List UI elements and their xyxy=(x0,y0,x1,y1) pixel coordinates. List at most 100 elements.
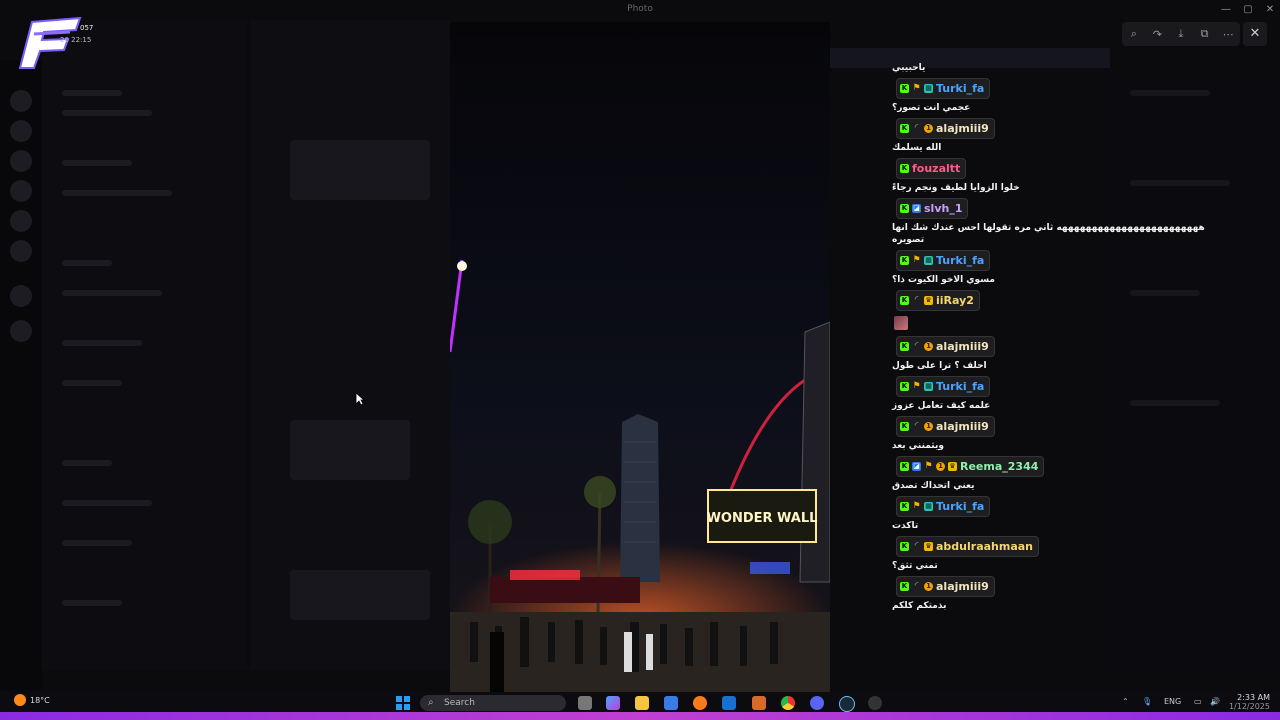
chat-username-pill[interactable]: K ◜ 1 alajmiii9 xyxy=(896,576,995,597)
moon-badge-icon: ◜ xyxy=(914,421,919,431)
chat-username[interactable]: slvh_1 xyxy=(924,202,962,215)
viewer-close-button[interactable]: ✕ xyxy=(1243,22,1267,46)
file-explorer-icon[interactable] xyxy=(635,696,649,710)
chat-username[interactable]: iiRay2 xyxy=(936,294,974,307)
chat-username[interactable]: Reema_2344 xyxy=(960,460,1038,473)
chat-message-text: احلف ؟ ترا على طول xyxy=(892,361,987,371)
discord-icon[interactable] xyxy=(810,696,824,710)
maximize-button[interactable]: ▢ xyxy=(1238,2,1258,18)
kick-verified-badge-icon: K xyxy=(900,164,909,173)
chat-username-pill[interactable]: K ⚑ ▦ Turki_fa xyxy=(896,250,991,271)
clock-date: 1/12/2025 xyxy=(1228,702,1270,711)
store-icon[interactable] xyxy=(664,696,678,710)
chat-message-text: يعني اتحداك تصدق xyxy=(892,481,975,491)
kick-verified-badge-icon: K xyxy=(900,296,909,305)
one-badge-icon: 1 xyxy=(924,422,933,431)
chat-username-pill[interactable]: K ⚑ ▦ Turki_fa xyxy=(896,78,991,99)
network-icon[interactable]: ▭ xyxy=(1194,697,1202,706)
mouse-cursor-icon xyxy=(355,392,365,406)
one-badge-icon: 1 xyxy=(924,582,933,591)
kick-verified-badge-icon: K xyxy=(900,84,909,93)
crown-badge-icon: ♛ xyxy=(924,542,933,551)
chat-username[interactable]: Turki_fa xyxy=(936,254,984,267)
server-rail xyxy=(0,60,42,690)
download-icon[interactable]: ⤓ xyxy=(1172,27,1190,41)
obs-icon[interactable] xyxy=(868,696,882,710)
chat-message-text: مسوي الاخو الكيوت ذا؟ xyxy=(892,275,995,285)
chat-message: K ⚑ ▦ Turki_fa تاكدت xyxy=(890,492,1220,532)
chat-username[interactable]: Turki_fa xyxy=(936,500,984,513)
chat-username-pill[interactable]: K ◜ 1 alajmiii9 xyxy=(896,336,995,357)
start-button[interactable] xyxy=(396,696,410,710)
app-a-icon[interactable] xyxy=(752,696,766,710)
kick-verified-badge-icon: K xyxy=(900,204,909,213)
chat-message-text: خلوا الزوايا لطيف ونجم رجاءً xyxy=(892,183,1020,193)
photo-viewer-image: WONDER WALL xyxy=(450,22,830,694)
chat-message: K ◪ ⚑ 1 ♛ Reema_2344 يعني اتحداك تصدق xyxy=(890,452,1220,492)
chat-message-text: علمه كيف تعامل عزوز xyxy=(892,401,991,411)
chat-username[interactable]: abdulraahmaan xyxy=(936,540,1033,553)
kick-verified-badge-icon: K xyxy=(900,502,909,511)
search-icon: ⌕ xyxy=(428,697,434,708)
chat-message: K ⚑ ▦ Turki_fa علمه كيف تعامل عزوز xyxy=(890,372,1220,412)
chat-message: K ⚑ ▦ Turki_fa مسوي الاخو الكيوت ذا؟ xyxy=(890,246,1220,286)
chrome-icon[interactable] xyxy=(781,696,795,710)
microphone-icon[interactable]: 🎙 xyxy=(1142,697,1152,706)
volume-icon[interactable]: 🔊 xyxy=(1210,697,1220,706)
chat-username-pill[interactable]: K ◜ ♛ abdulraahmaan xyxy=(896,536,1040,557)
task-view-icon[interactable] xyxy=(578,696,592,710)
chat-username[interactable]: Turki_fa xyxy=(936,82,984,95)
chat-username[interactable]: Turki_fa xyxy=(936,380,984,393)
blue-badge-icon: ◪ xyxy=(912,204,921,213)
chat-username-pill[interactable]: K ◜ ♛ iiRay2 xyxy=(896,290,980,311)
taskbar-search[interactable]: ⌕ Search xyxy=(420,695,566,711)
kick-verified-badge-icon: K xyxy=(900,462,909,471)
tray-chevron-icon[interactable]: ⌃ xyxy=(1122,697,1129,706)
chat-message-text: ياحبيبي xyxy=(892,63,926,73)
chat-message-text: ويثمنني بعد xyxy=(892,441,944,451)
chat-emote-sticker xyxy=(894,316,908,330)
kick-verified-badge-icon: K xyxy=(900,582,909,591)
moon-badge-icon: ◜ xyxy=(914,541,919,551)
system-clock[interactable]: 2:33 AM 1/12/2025 xyxy=(1228,693,1270,711)
chat-username-pill[interactable]: K ⚑ ▦ Turki_fa xyxy=(896,496,991,517)
moon-badge-icon: ◜ xyxy=(914,123,919,133)
chat-username[interactable]: alajmiii9 xyxy=(936,420,989,433)
flag-badge-icon: ⚑ xyxy=(924,461,933,471)
outlook-icon[interactable] xyxy=(722,696,736,710)
open-external-icon[interactable]: ⧉ xyxy=(1196,27,1214,41)
kick-verified-badge-icon: K xyxy=(900,256,909,265)
one-badge-icon: 1 xyxy=(924,342,933,351)
chat-message-text: عجمي انت تصور؟ xyxy=(892,103,971,113)
one-badge-icon: 1 xyxy=(936,462,945,471)
logo-date: 26 22:15 xyxy=(60,36,92,44)
weather-widget[interactable]: 18°C xyxy=(14,694,50,706)
more-icon[interactable]: ⋯ xyxy=(1219,28,1237,41)
chat-message-text: تمني تثق؟ xyxy=(892,561,938,571)
steam-icon[interactable] xyxy=(839,696,855,712)
chat-username-pill[interactable]: K ◜ 1 alajmiii9 xyxy=(896,416,995,437)
wonder-wall-sign: WONDER WALL xyxy=(707,511,818,526)
copilot-icon[interactable] xyxy=(606,696,620,710)
firefox-icon[interactable] xyxy=(693,696,707,710)
chat-username-pill[interactable]: K ◪ ⚑ 1 ♛ Reema_2344 xyxy=(896,456,1045,477)
moon-badge-icon: ◜ xyxy=(914,341,919,351)
share-icon[interactable]: ↷ xyxy=(1148,28,1166,41)
minimize-button[interactable]: — xyxy=(1216,2,1236,18)
chat-username-pill[interactable]: K ◪ slvh_1 xyxy=(896,198,969,219)
chat-username-pill[interactable]: K ⚑ ▦ Turki_fa xyxy=(896,376,991,397)
chat-message: K ◜ 1 alajmiii9 بذمتكم كلكم xyxy=(890,572,1220,612)
moon-badge-icon: ◜ xyxy=(914,581,919,591)
chat-username[interactable]: alajmiii9 xyxy=(936,122,989,135)
language-indicator[interactable]: ENG xyxy=(1164,697,1181,706)
chat-message: K ◜ 1 alajmiii9 احلف ؟ ترا على طول xyxy=(890,332,1220,372)
zoom-in-icon[interactable]: ⌕ xyxy=(1125,27,1143,41)
chat-username[interactable]: alajmiii9 xyxy=(936,580,989,593)
chat-username[interactable]: alajmiii9 xyxy=(936,340,989,353)
one-badge-icon: 1 xyxy=(924,124,933,133)
chat-username[interactable]: fouzaltt xyxy=(912,162,960,175)
chat-message-text: بذمتكم كلكم xyxy=(892,601,947,611)
chat-username-pill[interactable]: Kfouzaltt xyxy=(896,158,967,179)
window-close-button[interactable]: ✕ xyxy=(1260,2,1280,18)
chat-username-pill[interactable]: K ◜ 1 alajmiii9 xyxy=(896,118,995,139)
